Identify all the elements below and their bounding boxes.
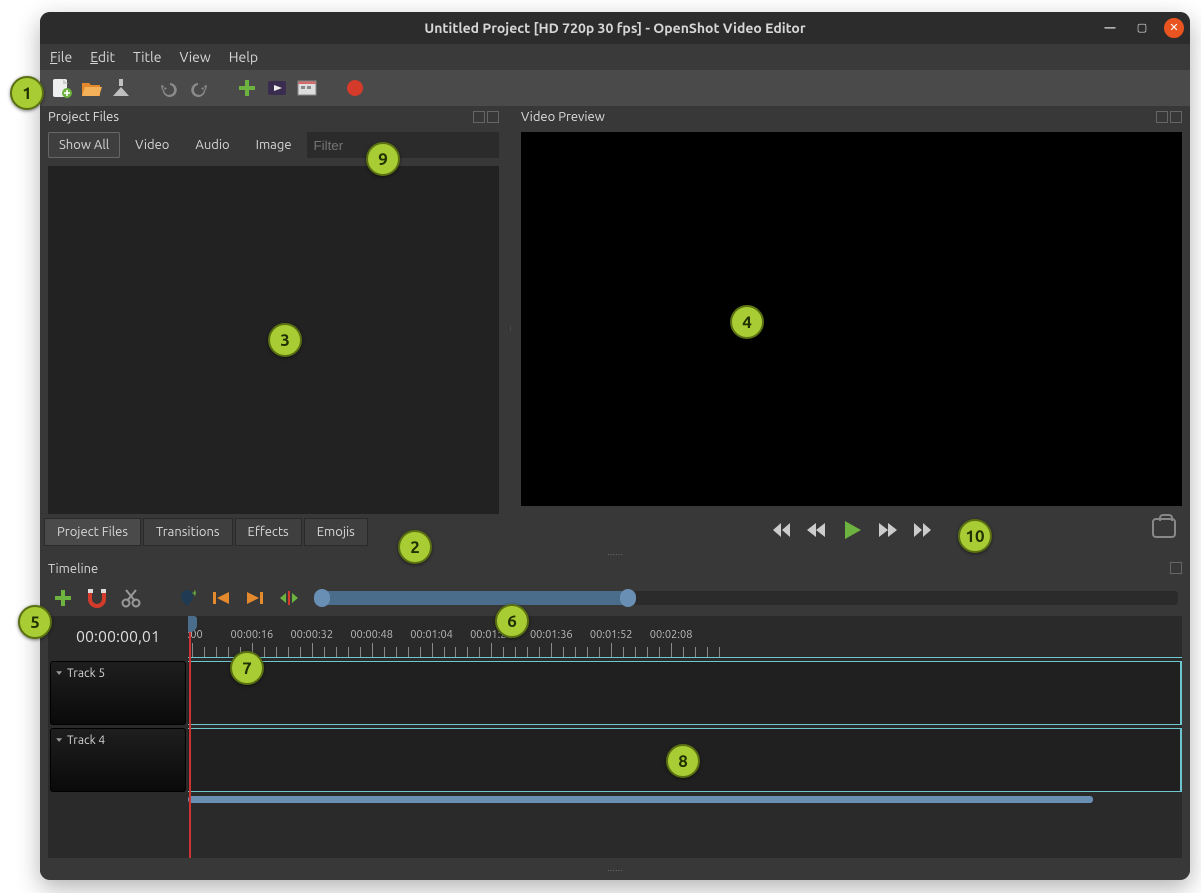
annotation-badge: 2 (398, 530, 432, 564)
add-track-button[interactable] (52, 587, 74, 609)
video-preview-panel: Video Preview (513, 106, 1190, 550)
annotation-badge: 1 (10, 76, 44, 110)
timeline-tracks-area[interactable]: 0:0000:00:1600:00:3200:00:4800:01:0400:0… (188, 616, 1182, 858)
undock-icon[interactable] (473, 111, 485, 123)
add-marker-button[interactable]: + (176, 587, 198, 609)
import-files-button[interactable] (236, 77, 258, 99)
timeline-toolbar: + (40, 580, 1190, 616)
timeline-body: 00:00:00,01 ▸Track 5 ▸Track 4 0:0000:00:… (48, 616, 1182, 858)
filter-tab-audio[interactable]: Audio (184, 132, 240, 158)
undock-icon[interactable] (1170, 562, 1182, 574)
window-close-button[interactable]: ✕ (1164, 18, 1184, 38)
timeline-current-time: 00:00:00,01 (48, 616, 188, 658)
snapshot-button[interactable] (1152, 518, 1176, 538)
tab-effects[interactable]: Effects (235, 518, 302, 546)
close-panel-icon[interactable] (1170, 111, 1182, 123)
undock-icon[interactable] (1156, 111, 1168, 123)
dock-row: Project Files Show All Video Audio Image… (40, 106, 1190, 550)
menu-edit[interactable]: Edit (90, 49, 115, 65)
annotation-badge: 10 (958, 519, 992, 553)
window-controls: — ▢ ✕ (1100, 12, 1184, 44)
annotation-badge: 6 (495, 604, 529, 638)
rewind-button[interactable] (805, 519, 827, 541)
menu-view[interactable]: View (179, 49, 210, 65)
open-project-button[interactable] (80, 77, 102, 99)
tab-emojis[interactable]: Emojis (304, 518, 368, 546)
horizontal-splitter[interactable]: ⋯⋯ (40, 866, 1190, 874)
annotation-badge: 9 (366, 142, 400, 176)
export-button[interactable] (344, 77, 366, 99)
track-lane[interactable] (188, 661, 1182, 725)
transport-bar (513, 510, 1190, 550)
zoom-slider[interactable] (318, 591, 1178, 605)
project-files-bottom-tabs: Project Files Transitions Effects Emojis (40, 518, 507, 550)
svg-text:+: + (192, 588, 196, 598)
play-button[interactable] (841, 519, 863, 541)
filter-input[interactable] (307, 132, 499, 158)
annotation-badge: 4 (730, 305, 764, 339)
track-header[interactable]: ▸Track 5 (50, 661, 186, 725)
timeline-title: Timeline (48, 562, 98, 576)
timeline-ruler[interactable]: 0:0000:00:1600:00:3200:00:4800:01:0400:0… (188, 616, 1182, 658)
project-files-filter-bar: Show All Video Audio Image (40, 128, 507, 162)
close-panel-icon[interactable] (487, 111, 499, 123)
tab-project-files[interactable]: Project Files (44, 518, 141, 546)
window-maximize-button[interactable]: ▢ (1132, 18, 1152, 38)
project-files-title: Project Files (48, 110, 119, 124)
annotation-badge: 5 (18, 605, 52, 639)
next-marker-button[interactable] (244, 587, 266, 609)
annotation-badge: 8 (666, 744, 700, 778)
previous-marker-button[interactable] (210, 587, 232, 609)
window-title: Untitled Project [HD 720p 30 fps] - Open… (424, 20, 805, 36)
app-window: Untitled Project [HD 720p 30 fps] - Open… (40, 12, 1190, 880)
fast-forward-button[interactable] (877, 519, 899, 541)
center-playhead-button[interactable] (278, 587, 300, 609)
timeline-track-headers: 00:00:00,01 ▸Track 5 ▸Track 4 (48, 616, 188, 858)
horizontal-splitter[interactable]: ⋯⋯ (40, 550, 1190, 558)
filter-tab-video[interactable]: Video (124, 132, 180, 158)
jump-end-button[interactable] (913, 519, 935, 541)
menubar: File Edit Title View Help (40, 44, 1190, 70)
snapping-button[interactable] (86, 587, 108, 609)
main-toolbar (40, 70, 1190, 106)
undo-button[interactable] (158, 77, 180, 99)
new-project-button[interactable] (50, 77, 72, 99)
annotation-badge: 3 (268, 323, 302, 357)
menu-help[interactable]: Help (229, 49, 258, 65)
timeline-panel: Timeline + 00:00:00,01 ▸Track 5 ▸Track 4 (40, 558, 1190, 874)
video-preview-canvas[interactable] (521, 132, 1182, 506)
filter-tab-image[interactable]: Image (245, 132, 303, 158)
redo-button[interactable] (188, 77, 210, 99)
save-project-button[interactable] (110, 77, 132, 99)
window-minimize-button[interactable]: — (1100, 18, 1120, 38)
profiles-button[interactable] (266, 77, 288, 99)
video-preview-title: Video Preview (521, 110, 605, 124)
menu-title[interactable]: Title (133, 49, 161, 65)
menu-file[interactable]: File (50, 49, 72, 65)
titlebar: Untitled Project [HD 720p 30 fps] - Open… (40, 12, 1190, 44)
razor-button[interactable] (120, 587, 142, 609)
tab-transitions[interactable]: Transitions (143, 518, 233, 546)
playhead[interactable] (189, 616, 191, 858)
timeline-scrollbar[interactable] (188, 795, 1182, 805)
annotation-badge: 7 (230, 651, 264, 685)
jump-start-button[interactable] (769, 519, 791, 541)
filter-tab-all[interactable]: Show All (48, 132, 120, 158)
track-header[interactable]: ▸Track 4 (50, 728, 186, 792)
fullscreen-button[interactable] (296, 77, 318, 99)
